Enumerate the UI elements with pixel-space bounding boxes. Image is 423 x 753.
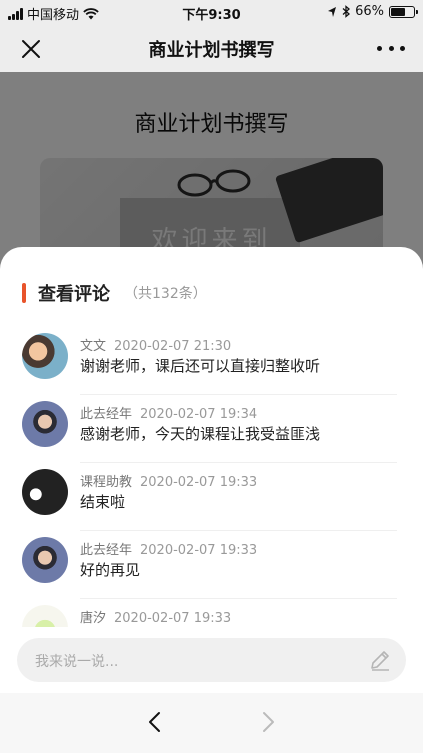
avatar[interactable] — [22, 469, 68, 515]
accent-bar — [22, 283, 26, 303]
chevron-left-icon[interactable] — [142, 709, 168, 735]
comment-author: 此去经年 — [80, 543, 133, 558]
avatar[interactable] — [22, 605, 68, 627]
navigation-bar: 商业计划书撰写 — [0, 24, 423, 72]
comment-time: 2020-02-07 19:33 — [114, 611, 232, 626]
comment-time: 2020-02-07 19:34 — [140, 407, 258, 422]
comment-list[interactable]: 文文 2020-02-07 21:30 谢谢老师，课后还可以直接归整收听 此去经年… — [0, 327, 423, 627]
status-bar: 中国移动 下午9:30 66% — [0, 0, 423, 24]
status-icons: 66% — [327, 4, 418, 19]
battery-icon — [389, 5, 418, 18]
comment-text: 结束啦 — [80, 493, 126, 511]
avatar[interactable] — [22, 401, 68, 447]
bluetooth-icon — [342, 5, 351, 18]
comment-text: 感谢老师，今天的课程让我受益匪浅 — [80, 425, 321, 443]
avatar[interactable] — [22, 333, 68, 379]
avatar[interactable] — [22, 537, 68, 583]
comment-time: 2020-02-07 19:33 — [140, 543, 258, 558]
battery-percent: 66% — [355, 4, 384, 19]
more-icon[interactable] — [377, 38, 405, 58]
comment-author: 此去经年 — [80, 407, 133, 422]
browser-toolbar — [0, 693, 423, 753]
comment-input-placeholder: 我来说一说... — [35, 654, 119, 670]
location-icon — [328, 6, 337, 17]
chevron-right-icon[interactable] — [255, 709, 281, 735]
comment-item: 此去经年 2020-02-07 19:34 感谢老师，今天的课程让我受益匪浅 — [0, 395, 423, 463]
comment-item: 唐汐 2020-02-07 19:33 — [0, 599, 423, 627]
comment-item: 课程助教 2020-02-07 19:33 结束啦 — [0, 463, 423, 531]
comments-sheet: 查看评论 （共132条） 文文 2020-02-07 21:30 谢谢老师，课后还… — [0, 247, 423, 693]
comments-header: 查看评论 （共132条） — [22, 282, 207, 305]
comment-author: 课程助教 — [80, 475, 133, 490]
comment-text: 好的再见 — [80, 561, 141, 579]
comment-author: 唐汐 — [80, 611, 107, 626]
comment-text: 谢谢老师，课后还可以直接归整收听 — [80, 357, 321, 375]
comment-author: 文文 — [80, 339, 107, 354]
nav-title: 商业计划书撰写 — [148, 40, 275, 61]
comment-time: 2020-02-07 19:33 — [140, 475, 258, 490]
battery-level — [391, 7, 405, 16]
comment-item: 文文 2020-02-07 21:30 谢谢老师，课后还可以直接归整收听 — [0, 327, 423, 395]
comments-title: 查看评论 — [38, 284, 110, 305]
close-icon[interactable] — [18, 36, 44, 62]
pencil-icon[interactable] — [368, 648, 392, 672]
comment-time: 2020-02-07 21:30 — [114, 339, 232, 354]
comments-count: （共132条） — [124, 286, 207, 302]
comment-item: 此去经年 2020-02-07 19:33 好的再见 — [0, 531, 423, 599]
comment-input[interactable]: 我来说一说... — [17, 638, 406, 682]
